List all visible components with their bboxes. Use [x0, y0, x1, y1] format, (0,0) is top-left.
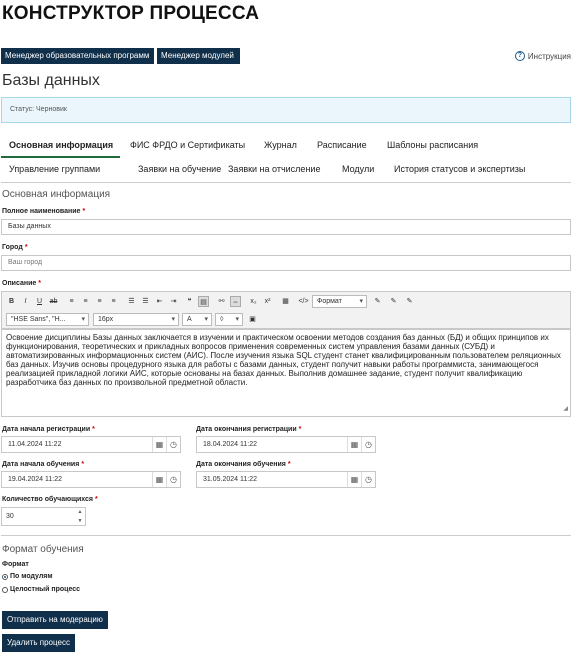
clock-icon[interactable]: ◷	[361, 437, 375, 452]
format-label: Формат	[2, 561, 29, 568]
editor-toolbar: B I U ab ≡ ≡ ≡ ≡ ☰ ☰ ⇤ ⇥ ❝ ▤ ⚯ ⇔ x₂ x² ▦…	[1, 291, 571, 329]
status-banner: Статус: Черновик	[1, 97, 571, 123]
clock-icon[interactable]: ◷	[166, 472, 180, 487]
tab-schedule-templates[interactable]: Шаблоны расписания	[387, 140, 478, 150]
reg-start-input[interactable]: 11.04.2024 11:22 ▦ ◷	[1, 436, 181, 453]
format-select[interactable]: Формат	[312, 295, 367, 308]
font-family-select[interactable]: "HSE Sans", "H...	[6, 313, 89, 326]
calendar-icon[interactable]: ▦	[152, 472, 166, 487]
calendar-icon[interactable]: ▦	[347, 437, 361, 452]
indent-icon[interactable]: ⇥	[168, 296, 179, 307]
section-format: Формат обучения	[2, 544, 84, 555]
bold-icon[interactable]: B	[6, 296, 17, 307]
delete-process-button[interactable]: Удалить процесс	[2, 634, 75, 652]
section-main-info: Основная информация	[2, 189, 111, 200]
numbered-list-icon[interactable]: ☰	[140, 296, 151, 307]
full-name-label: Полное наименование *	[2, 208, 86, 215]
help-link[interactable]: ? Инструкция	[514, 51, 571, 61]
status-text: Статус: Черновик	[10, 106, 67, 113]
submit-moderation-button[interactable]: Отправить на модерацию	[2, 611, 108, 629]
city-input[interactable]: Ваш город	[1, 255, 571, 271]
reg-end-label: Дата окончания регистрации *	[196, 426, 302, 433]
section-divider	[1, 535, 571, 536]
reg-end-input[interactable]: 18.04.2024 11:22 ▦ ◷	[196, 436, 376, 453]
clock-icon[interactable]: ◷	[361, 472, 375, 487]
description-text: Освоение дисциплины Базы данных заключае…	[6, 333, 561, 387]
table-icon[interactable]: ▦	[280, 296, 291, 307]
description-editor[interactable]: Освоение дисциплины Базы данных заключае…	[1, 329, 571, 417]
superscript-icon[interactable]: x²	[262, 296, 273, 307]
paint-icon[interactable]: ✎	[404, 296, 415, 307]
tabs-divider	[1, 182, 571, 183]
brush-icon[interactable]: ✎	[372, 296, 383, 307]
align-center-icon[interactable]: ≡	[80, 296, 91, 307]
align-right-icon[interactable]: ≡	[94, 296, 105, 307]
arrow-down-icon[interactable]: ▼	[75, 517, 85, 526]
students-label: Количество обучающихся *	[2, 496, 98, 503]
radio-whole-process[interactable]: Целостный процесс	[2, 586, 80, 593]
tab-modules[interactable]: Модули	[342, 164, 374, 174]
tab-schedule[interactable]: Расписание	[317, 140, 367, 150]
image-icon[interactable]: ▣	[247, 314, 258, 325]
unlink-icon[interactable]: ⚯	[216, 296, 227, 307]
module-manager-button[interactable]: Менеджер модулей	[157, 48, 240, 64]
bullet-list-icon[interactable]: ☰	[126, 296, 137, 307]
page-title: КОНСТРУКТОР ПРОЦЕССА	[2, 3, 260, 24]
pagebreak-icon[interactable]: ▤	[198, 296, 209, 307]
study-end-label: Дата окончания обучения *	[196, 461, 291, 468]
link-icon[interactable]: ⇔	[230, 296, 241, 307]
full-name-input[interactable]: Базы данных	[1, 219, 571, 235]
calendar-icon[interactable]: ▦	[347, 472, 361, 487]
arrow-up-icon[interactable]: ▲	[75, 508, 85, 517]
radio-unchecked-icon[interactable]	[2, 586, 8, 593]
clear-format-icon[interactable]: ✎	[388, 296, 399, 307]
active-tab-indicator	[1, 156, 120, 158]
study-end-input[interactable]: 31.05.2024 11:22 ▦ ◷	[196, 471, 376, 488]
highlight-color-icon[interactable]: ◊	[215, 313, 243, 326]
tab-status-history[interactable]: История статусов и экспертизы	[394, 164, 525, 174]
calendar-icon[interactable]: ▦	[152, 437, 166, 452]
students-stepper[interactable]: 30 ▲ ▼	[1, 507, 86, 526]
text-color-icon[interactable]: A	[182, 313, 212, 326]
tab-expulsion-requests[interactable]: Заявки на отчисление	[228, 164, 320, 174]
tab-fis-frdo[interactable]: ФИС ФРДО и Сертификаты	[130, 140, 245, 150]
city-label: Город *	[2, 244, 28, 251]
font-size-select[interactable]: 16px	[93, 313, 179, 326]
source-code-icon[interactable]: </>	[298, 296, 309, 307]
radio-checked-icon[interactable]	[2, 573, 8, 580]
strikethrough-icon[interactable]: ab	[48, 296, 59, 307]
description-label: Описание *	[2, 280, 42, 287]
program-manager-button[interactable]: Менеджер образовательных программ	[1, 48, 154, 64]
clock-icon[interactable]: ◷	[166, 437, 180, 452]
study-start-input[interactable]: 19.04.2024 11:22 ▦ ◷	[1, 471, 181, 488]
tab-study-requests[interactable]: Заявки на обучение	[138, 164, 221, 174]
underline-icon[interactable]: U	[34, 296, 45, 307]
italic-icon[interactable]: I	[20, 296, 31, 307]
blockquote-icon[interactable]: ❝	[184, 296, 195, 307]
tab-journal[interactable]: Журнал	[264, 140, 297, 150]
tab-main-info[interactable]: Основная информация	[9, 140, 113, 150]
study-start-label: Дата начала обучения *	[2, 461, 85, 468]
subscript-icon[interactable]: x₂	[248, 296, 259, 307]
help-label: Инструкция	[527, 51, 571, 61]
question-icon: ?	[514, 51, 525, 61]
align-left-icon[interactable]: ≡	[66, 296, 77, 307]
align-justify-icon[interactable]: ≡	[108, 296, 119, 307]
radio-by-modules[interactable]: По модулям	[2, 573, 53, 580]
outdent-icon[interactable]: ⇤	[154, 296, 165, 307]
tab-group-management[interactable]: Управление группами	[9, 164, 100, 174]
resize-handle-icon[interactable]: ◢	[563, 405, 568, 414]
reg-start-label: Дата начала регистрации *	[2, 426, 95, 433]
process-heading: Базы данных	[2, 72, 100, 89]
